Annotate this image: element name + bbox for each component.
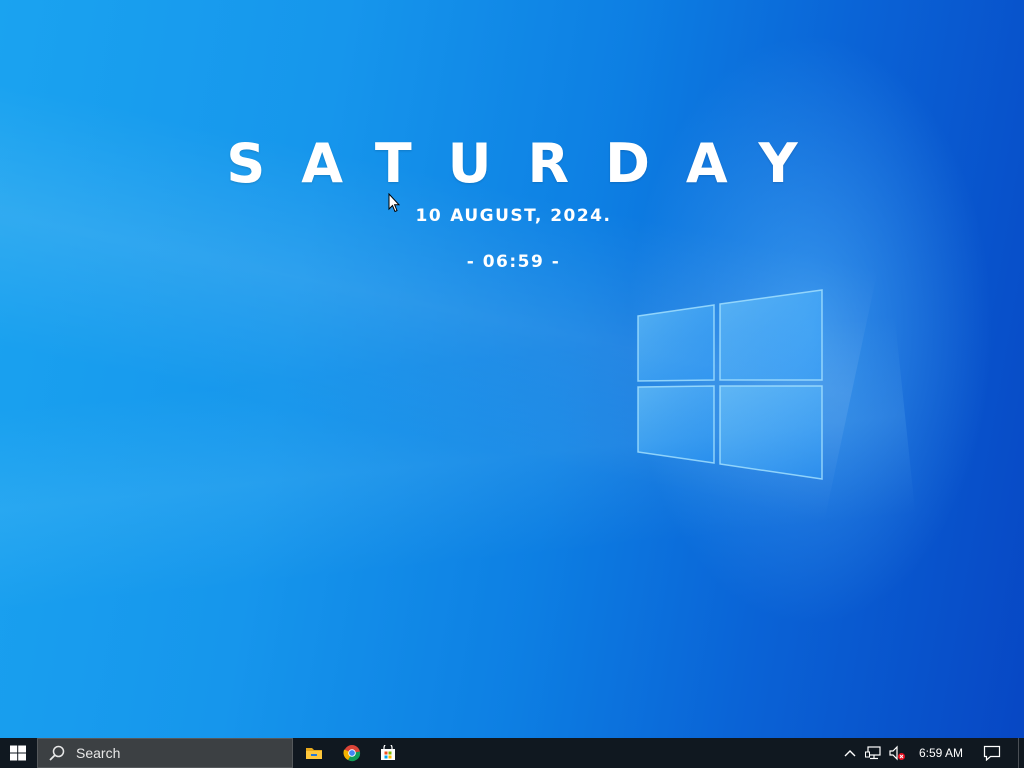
chevron-up-icon — [844, 750, 856, 757]
desktop-clock-widget: SATURDAY 10 AUGUST, 2024. - 06:59 - — [0, 132, 1024, 272]
taskbar-search-box[interactable]: Search — [37, 738, 293, 768]
search-placeholder: Search — [76, 745, 121, 761]
show-hidden-icons-button[interactable] — [840, 738, 860, 768]
taskbar-app-chrome[interactable] — [334, 738, 370, 768]
taskbar-clock[interactable]: 6:59 AM — [910, 738, 972, 768]
start-button[interactable] — [0, 738, 36, 768]
taskbar-app-store[interactable] — [370, 738, 406, 768]
action-center-button[interactable] — [980, 738, 1004, 768]
network-icon — [865, 746, 881, 760]
chrome-icon — [343, 745, 361, 762]
time-label: - 06:59 - — [466, 252, 561, 272]
desktop[interactable]: SATURDAY 10 AUGUST, 2024. - 06:59 - — [0, 0, 1024, 738]
action-center-icon — [983, 745, 1001, 761]
volume-muted-icon — [889, 745, 905, 761]
file-explorer-icon — [306, 748, 322, 759]
taskbar-app-file-explorer[interactable] — [296, 738, 332, 768]
windows-wallpaper-logo — [637, 289, 823, 480]
mouse-cursor-icon — [388, 193, 400, 213]
store-icon — [381, 745, 395, 760]
taskbar: Search 6:59 AM — [0, 738, 1024, 768]
date-month-year: AUGUST, 2024. — [450, 206, 612, 226]
volume-button[interactable] — [886, 738, 908, 768]
date-label: 10 AUGUST, 2024. — [0, 206, 1024, 226]
date-day: 10 — [415, 206, 443, 226]
show-desktop-button[interactable] — [1018, 738, 1024, 768]
windows-logo-icon — [10, 745, 26, 761]
search-icon — [49, 745, 65, 761]
network-status-button[interactable] — [863, 738, 885, 768]
weekday-label: SATURDAY — [226, 132, 834, 195]
